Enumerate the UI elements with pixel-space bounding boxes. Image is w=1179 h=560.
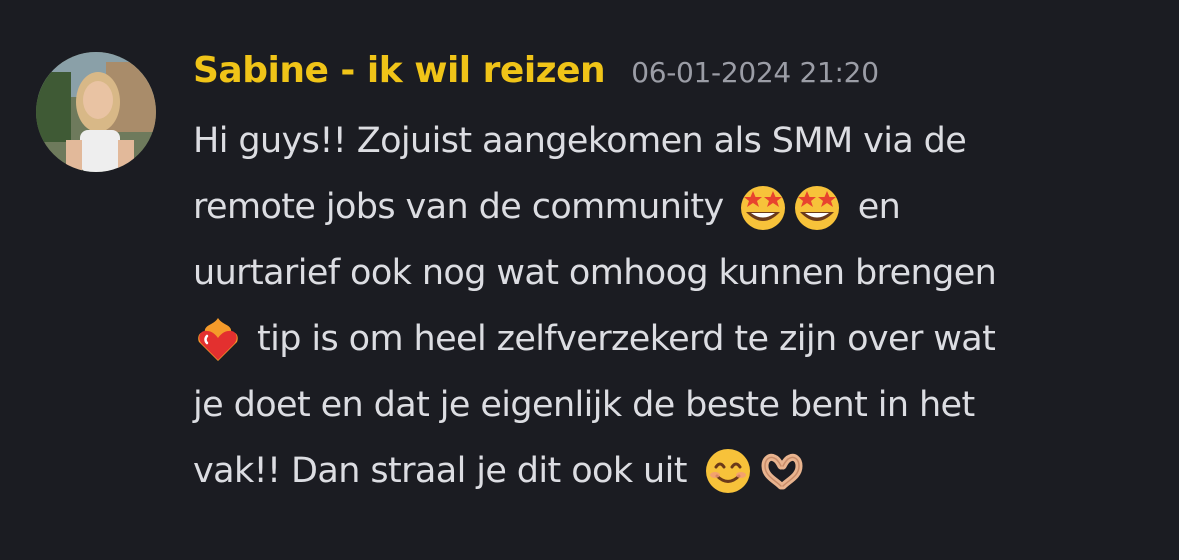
message-text: en xyxy=(857,187,901,227)
heart-on-fire-emoji xyxy=(193,314,243,364)
message-text: tip is om heel zelfverzekerd te zijn ove… xyxy=(257,319,996,359)
avatar-photo xyxy=(36,52,156,172)
avatar[interactable] xyxy=(36,52,156,172)
message-line: tip is om heel zelfverzekerd te zijn ove… xyxy=(193,306,1153,372)
message-text: remote jobs van de community xyxy=(193,187,724,227)
message-line: je doet en dat je eigenlijk de beste ben… xyxy=(193,372,1153,438)
message-line: uurtarief ook nog wat omhoog kunnen bren… xyxy=(193,240,1153,306)
star-struck-emoji xyxy=(792,182,842,232)
timestamp: 06-01-2024 21:20 xyxy=(631,56,879,89)
message-line: vak!! Dan straal je dit ook uit xyxy=(193,438,1153,504)
message-text: uurtarief ook nog wat omhoog kunnen bren… xyxy=(193,253,997,293)
message-text: Hi guys!! Zojuist aangekomen als SMM via… xyxy=(193,121,967,161)
message-header: Sabine - ik wil reizen 06-01-2024 21:20 xyxy=(193,50,879,100)
message-line: remote jobs van de community en xyxy=(193,174,1153,240)
heart-hands-emoji xyxy=(757,446,807,496)
author-name[interactable]: Sabine - ik wil reizen xyxy=(193,50,606,91)
message-body: Hi guys!! Zojuist aangekomen als SMM via… xyxy=(193,108,1153,504)
message-text: vak!! Dan straal je dit ook uit xyxy=(193,451,687,491)
star-struck-emoji xyxy=(738,182,788,232)
chat-message: Sabine - ik wil reizen 06-01-2024 21:20 … xyxy=(0,0,1179,560)
message-line: Hi guys!! Zojuist aangekomen als SMM via… xyxy=(193,108,1153,174)
smiling-face-emoji xyxy=(703,446,753,496)
message-text: je doet en dat je eigenlijk de beste ben… xyxy=(193,385,975,425)
